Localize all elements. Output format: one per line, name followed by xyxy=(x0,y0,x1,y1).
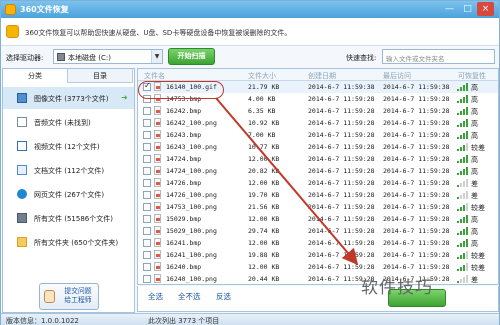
app-window: 360文件恢复 — □ × 360文件恢复可以帮助您快速从硬盘、U盘、SD卡等硬… xyxy=(0,0,500,325)
watermark-text: 软件技巧 xyxy=(361,278,433,298)
